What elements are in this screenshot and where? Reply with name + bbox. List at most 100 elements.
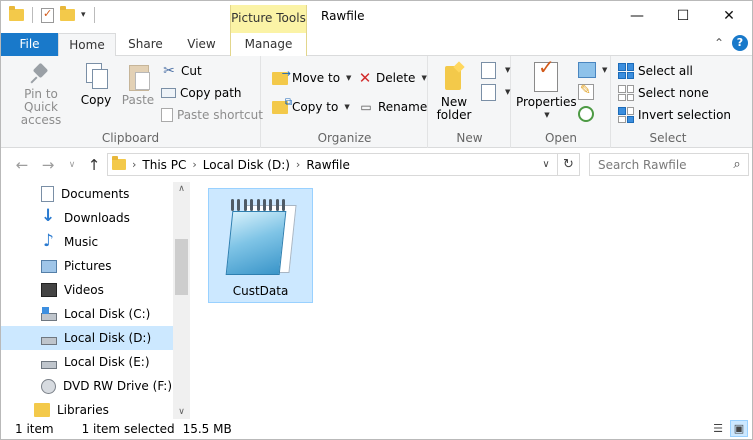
nav-item-dvd-drive[interactable]: DVD RW Drive (F:): [1, 374, 173, 398]
pin-to-quick-access-button[interactable]: Pin to Quick access: [7, 62, 75, 127]
move-to-icon: [272, 67, 291, 85]
item-count: 1 item: [15, 422, 54, 436]
pin-icon: [30, 62, 52, 84]
delete-button[interactable]: ✕ Delete ▼: [358, 68, 427, 88]
tab-file[interactable]: File: [1, 33, 58, 56]
rename-button[interactable]: ▭ Rename: [358, 97, 427, 117]
copy-to-button[interactable]: Copy to ▼: [272, 97, 350, 117]
move-to-label: Move to: [292, 71, 341, 85]
move-to-button[interactable]: Move to ▼: [272, 67, 351, 88]
explorer-window: ▾ Picture Tools Rawfile — ☐ ✕ File Home …: [0, 0, 753, 440]
search-input[interactable]: Search Rawfile: [598, 158, 687, 172]
chevron-down-icon: ▼: [344, 103, 350, 111]
select-group-label: Select: [649, 131, 687, 145]
invert-selection-icon: [618, 107, 634, 123]
easy-access-button[interactable]: ▼: [479, 82, 510, 102]
scroll-up-icon[interactable]: ∧: [173, 184, 190, 194]
help-icon[interactable]: ?: [732, 35, 748, 51]
refresh-icon[interactable]: ↻: [557, 154, 579, 175]
up-button[interactable]: ↑: [85, 156, 103, 174]
navigation-bar: ← → ∨ ↑ › This PC › Local Disk (D:) › Ra…: [1, 148, 752, 182]
navigation-pane: Documents Downloads Music Pictures Video…: [1, 182, 190, 419]
nav-pane-scrollbar[interactable]: ∧ ∨: [173, 182, 190, 419]
select-all-icon: [618, 63, 634, 79]
organize-group-label: Organize: [317, 131, 372, 145]
edit-button[interactable]: [578, 82, 594, 102]
pictures-icon: [41, 259, 57, 273]
new-folder-qat-icon[interactable]: [60, 6, 75, 21]
paste-button[interactable]: Paste: [119, 62, 157, 107]
details-view-icon[interactable]: ☰: [709, 420, 727, 437]
nav-item-local-disk-c[interactable]: Local Disk (C:): [1, 302, 173, 326]
recent-locations-button[interactable]: ∨: [63, 160, 81, 170]
maximize-button[interactable]: ☐: [660, 1, 706, 31]
videos-icon: [41, 283, 57, 297]
open-button[interactable]: ▼: [578, 60, 607, 80]
nav-item-label: Local Disk (E:): [64, 355, 150, 369]
scroll-down-icon[interactable]: ∨: [173, 407, 190, 417]
breadcrumb-this-pc[interactable]: This PC: [142, 158, 186, 172]
copy-path-button[interactable]: Copy path: [161, 83, 242, 103]
nav-item-videos[interactable]: Videos: [1, 278, 173, 302]
tab-view[interactable]: View: [173, 33, 230, 56]
ribbon-right-controls: ⌃ ?: [714, 35, 748, 51]
forward-button[interactable]: →: [39, 156, 57, 174]
tab-manage[interactable]: Manage: [230, 33, 307, 56]
nav-item-local-disk-d[interactable]: Local Disk (D:): [1, 326, 173, 350]
new-group: New folder ▼ ▼ New: [429, 56, 511, 148]
collapse-ribbon-icon[interactable]: ⌃: [714, 36, 724, 50]
chevron-down-icon: ▼: [421, 74, 427, 82]
paste-shortcut-label: Paste shortcut: [177, 108, 263, 122]
file-item-custdata[interactable]: CustData: [208, 188, 313, 303]
close-button[interactable]: ✕: [706, 1, 752, 31]
title-bar: ▾ Picture Tools Rawfile — ☐ ✕: [1, 1, 752, 33]
tab-home[interactable]: Home: [58, 33, 116, 57]
new-folder-icon: [441, 62, 467, 92]
address-dropdown-icon[interactable]: ∨: [535, 154, 557, 175]
notepad-icon: [223, 197, 297, 277]
properties-button[interactable]: Properties ▼: [516, 61, 577, 122]
breadcrumb-local-disk-d[interactable]: Local Disk (D:): [203, 158, 290, 172]
nav-item-pictures[interactable]: Pictures: [1, 254, 173, 278]
new-item-button[interactable]: ▼: [479, 60, 510, 80]
cut-button[interactable]: ✂ Cut: [161, 61, 202, 81]
scrollbar-thumb[interactable]: [175, 239, 188, 295]
select-all-button[interactable]: Select all: [618, 61, 693, 81]
chevron-down-icon: ▼: [544, 111, 550, 119]
delete-icon: ✕: [358, 69, 372, 87]
breadcrumb-rawfile[interactable]: Rawfile: [306, 158, 350, 172]
paste-shortcut-button[interactable]: Paste shortcut: [161, 105, 263, 125]
nav-item-music[interactable]: Music: [1, 230, 173, 254]
copy-button[interactable]: Copy: [77, 62, 115, 107]
tab-share[interactable]: Share: [118, 33, 173, 56]
select-none-icon: [618, 85, 634, 101]
nav-item-label: DVD RW Drive (F:): [63, 379, 173, 393]
back-button[interactable]: ←: [13, 156, 31, 174]
nav-item-label: Videos: [64, 283, 104, 297]
copy-path-label: Copy path: [180, 86, 242, 100]
invert-selection-button[interactable]: Invert selection: [618, 105, 731, 125]
chevron-down-icon: ▼: [505, 88, 511, 96]
select-none-button[interactable]: Select none: [618, 83, 709, 103]
nav-item-documents[interactable]: Documents: [1, 182, 173, 206]
qat-separator: [32, 7, 33, 23]
new-folder-button[interactable]: New folder: [433, 62, 475, 122]
search-icon[interactable]: ⌕: [726, 157, 748, 172]
properties-qat-icon[interactable]: [41, 7, 54, 23]
nav-item-label: Pictures: [64, 259, 112, 273]
search-box[interactable]: Search Rawfile ⌕: [589, 153, 749, 176]
history-button[interactable]: [578, 104, 594, 124]
large-icons-view-icon[interactable]: ▣: [730, 420, 748, 437]
address-bar[interactable]: › This PC › Local Disk (D:) › Rawfile ∨ …: [107, 153, 580, 176]
copy-to-icon: [272, 97, 292, 114]
drive-icon: [41, 361, 57, 369]
folder-icon: [9, 6, 24, 21]
nav-item-downloads[interactable]: Downloads: [1, 206, 173, 230]
nav-item-local-disk-e[interactable]: Local Disk (E:): [1, 350, 173, 374]
customize-qat-icon[interactable]: ▾: [81, 10, 86, 20]
folder-icon: [112, 156, 126, 170]
breadcrumb-separator: ›: [132, 158, 137, 171]
copy-path-icon: [161, 88, 176, 98]
minimize-button[interactable]: —: [614, 1, 660, 31]
quick-access-toolbar: ▾: [9, 6, 97, 23]
